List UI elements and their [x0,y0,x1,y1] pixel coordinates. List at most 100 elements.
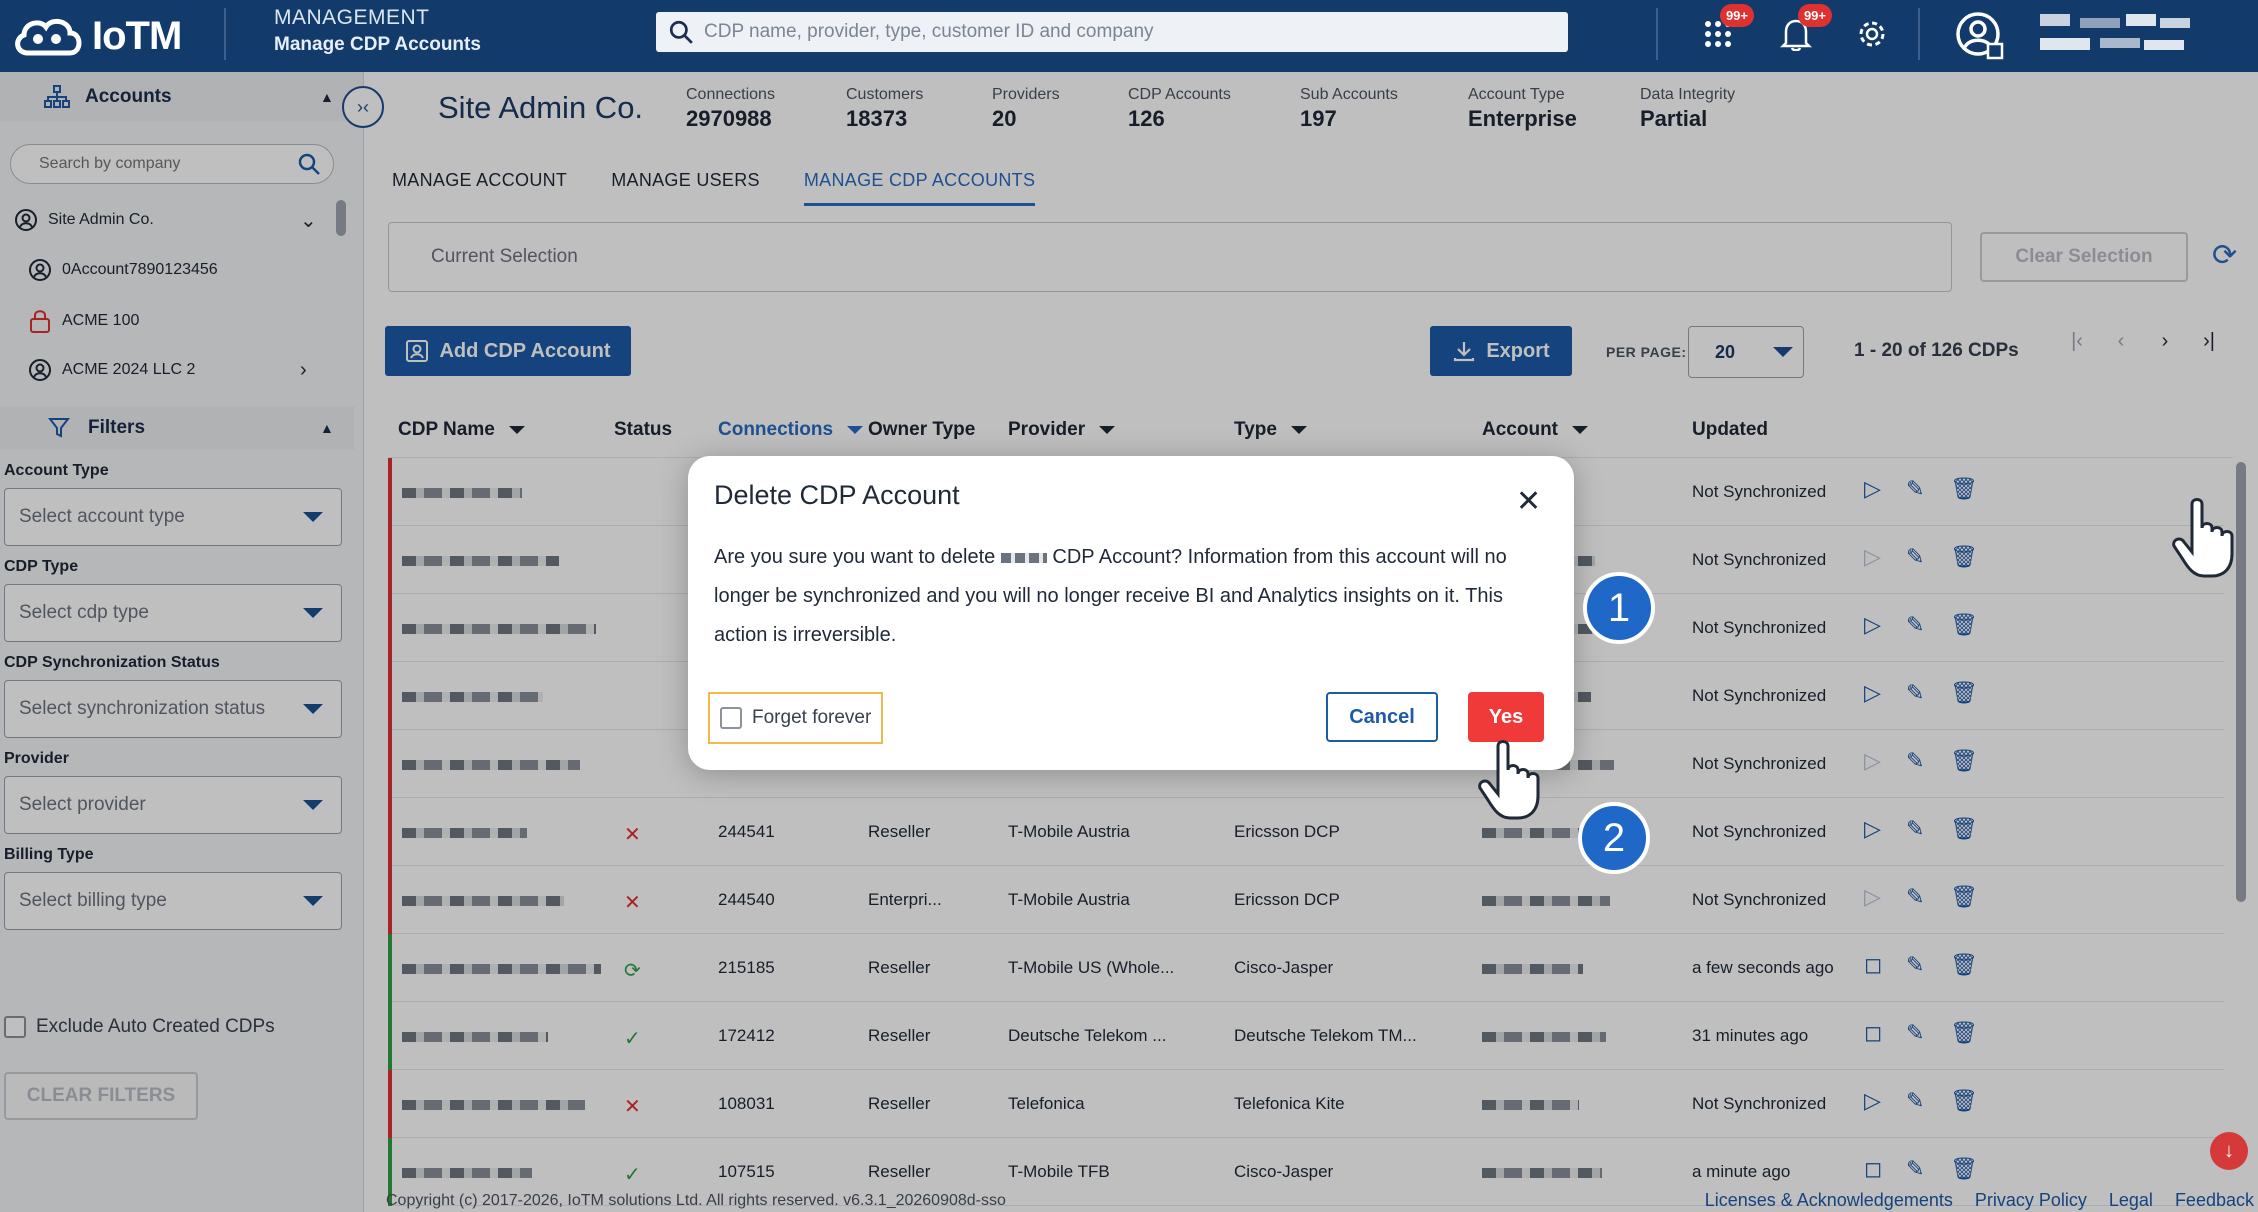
trash-icon[interactable]: 🗑 [1950,816,1978,842]
play-icon[interactable]: ▷ [1864,680,1881,706]
chevron-right-icon[interactable]: › [300,359,307,382]
next-page-icon[interactable]: › [2154,330,2176,353]
accounts-header[interactable]: Accounts ▲ [0,72,363,122]
chevron-down-icon[interactable]: ⌄ [300,208,317,233]
provider-select[interactable]: Select provider [4,776,342,834]
confirm-delete-button[interactable]: Yes [1468,692,1544,742]
exclude-checkbox[interactable] [4,1016,26,1038]
filters-header[interactable]: Filters ▲ [0,406,354,450]
scroll-down-button[interactable]: ↓ [2210,1132,2248,1170]
edit-pencil-icon[interactable]: ✎ [1906,1020,1924,1046]
tab-manage-cdp-accounts[interactable]: MANAGE CDP ACCOUNTS [803,158,1036,206]
global-search-input[interactable] [704,21,1564,43]
edit-pencil-icon[interactable]: ✎ [1906,884,1924,910]
forget-forever-checkbox[interactable] [720,707,742,729]
global-search[interactable] [656,12,1568,52]
per-page-select[interactable]: 20 [1688,326,1804,378]
footer-link[interactable]: Privacy Policy [1975,1190,2087,1211]
cancel-button[interactable]: Cancel [1326,692,1438,742]
stop-icon[interactable]: ◻ [1864,1156,1882,1182]
trash-icon[interactable]: 🗑 [1950,952,1978,978]
table-row[interactable]: ✓ 172412 Reseller Deutsche Telekom ... Deuts… [388,1002,2224,1070]
notifications-button[interactable]: 99+ [1776,4,1832,54]
user-menu-button[interactable] [1954,10,2006,62]
table-row[interactable]: ✕ 244540 Enterpri... T-Mobile Austria Ericss… [388,866,2224,934]
edit-pencil-icon[interactable]: ✎ [1906,612,1924,638]
trash-icon[interactable]: 🗑 [1950,612,1978,638]
trash-icon[interactable]: 🗑 [1950,1020,1978,1046]
stat-value: Partial [1640,106,1708,131]
account-type-select[interactable]: Select account type [4,488,342,546]
tree-item-acme-100[interactable]: ACME 100 [28,308,139,334]
play-icon[interactable]: ▷ [1864,612,1881,638]
sort-caret-icon [847,425,864,434]
collapse-sidebar-button[interactable]: ›‹ [342,86,384,128]
trash-icon[interactable]: 🗑 [1950,544,1978,570]
footer-link[interactable]: Licenses & Acknowledgements [1705,1190,1953,1211]
company-search[interactable] [10,144,334,184]
play-icon[interactable]: ▷ [1864,884,1881,910]
tree-item-acme-2024[interactable]: ACME 2024 LLC 2 › [28,358,307,382]
clear-filters-button[interactable]: CLEAR FILTERS [4,1072,198,1120]
exclude-auto-created[interactable]: Exclude Auto Created CDPs [4,1016,275,1038]
stop-icon[interactable]: ◻ [1864,952,1882,978]
footer-link[interactable]: Feedback [2175,1190,2254,1211]
edit-pencil-icon[interactable]: ✎ [1906,476,1924,502]
col-type[interactable]: Type [1234,419,1307,441]
play-icon[interactable]: ▷ [1864,544,1881,570]
tree-item-label: ACME 100 [62,312,140,329]
last-page-icon[interactable]: ›| [2198,330,2220,353]
col-connections[interactable]: Connections [718,419,864,441]
trash-icon[interactable]: 🗑 [1950,1088,1978,1114]
edit-pencil-icon[interactable]: ✎ [1906,748,1924,774]
stop-icon[interactable]: ◻ [1864,1020,1882,1046]
trash-icon[interactable]: 🗑 [1950,476,1978,502]
first-page-icon[interactable]: |‹ [2066,330,2088,353]
forget-forever-option[interactable]: Forget forever [708,692,884,744]
clear-selection-button[interactable]: Clear Selection [1980,232,2188,282]
prev-page-icon[interactable]: ‹ [2110,330,2132,353]
billing-type-select[interactable]: Select billing type [4,872,342,930]
tab-manage-users[interactable]: MANAGE USERS [611,158,760,206]
trash-icon[interactable]: 🗑 [1950,748,1978,774]
tree-scrollbar[interactable] [336,200,346,236]
edit-pencil-icon[interactable]: ✎ [1906,1088,1924,1114]
col-account[interactable]: Account [1482,419,1588,441]
close-icon[interactable]: ✕ [1516,484,1541,519]
apps-button[interactable]: 99+ [1698,4,1754,54]
tree-item-site-admin[interactable]: Site Admin Co. ⌄ [14,208,317,232]
export-button[interactable]: Export [1430,326,1572,376]
tab-manage-account[interactable]: MANAGE ACCOUNT [392,158,567,206]
app-logo[interactable]: IoTM [10,6,182,66]
table-row[interactable]: ⟳ 215185 Reseller T-Mobile US (Whole... Cisc… [388,934,2224,1002]
col-status[interactable]: Status [614,419,672,441]
play-icon[interactable]: ▷ [1864,1088,1881,1114]
company-search-input[interactable] [39,155,279,173]
filter-label: Provider [4,750,69,767]
footer-link[interactable]: Legal [2109,1190,2153,1211]
col-owner-type[interactable]: Owner Type [868,419,975,441]
trash-icon[interactable]: 🗑 [1950,884,1978,910]
trash-icon[interactable]: 🗑 [1950,1156,1978,1182]
edit-pencil-icon[interactable]: ✎ [1906,952,1924,978]
col-cdp-name[interactable]: CDP Name [398,419,525,441]
col-provider[interactable]: Provider [1008,419,1116,441]
table-row[interactable]: ✕ 108031 Reseller Telefonica Telefonica Kite… [388,1070,2224,1138]
settings-button[interactable] [1852,14,1892,54]
edit-pencil-icon[interactable]: ✎ [1906,680,1924,706]
select-placeholder: Select cdp type [19,602,149,623]
table-row[interactable]: ✕ 244541 Reseller T-Mobile Austria Ericsson … [388,798,2224,866]
trash-icon[interactable]: 🗑 [1950,680,1978,706]
tree-item-account[interactable]: 0Account7890123456 [28,258,218,282]
sync-status-select[interactable]: Select synchronization status [4,680,342,738]
play-icon[interactable]: ▷ [1864,816,1881,842]
edit-pencil-icon[interactable]: ✎ [1906,544,1924,570]
cdp-type-select[interactable]: Select cdp type [4,584,342,642]
edit-pencil-icon[interactable]: ✎ [1906,1156,1924,1182]
edit-pencil-icon[interactable]: ✎ [1906,816,1924,842]
col-updated[interactable]: Updated [1692,419,1768,441]
refresh-icon[interactable]: ⟳ [2212,238,2237,273]
play-icon[interactable]: ▷ [1864,748,1881,774]
add-cdp-account-button[interactable]: Add CDP Account [385,326,631,376]
play-icon[interactable]: ▷ [1864,476,1881,502]
